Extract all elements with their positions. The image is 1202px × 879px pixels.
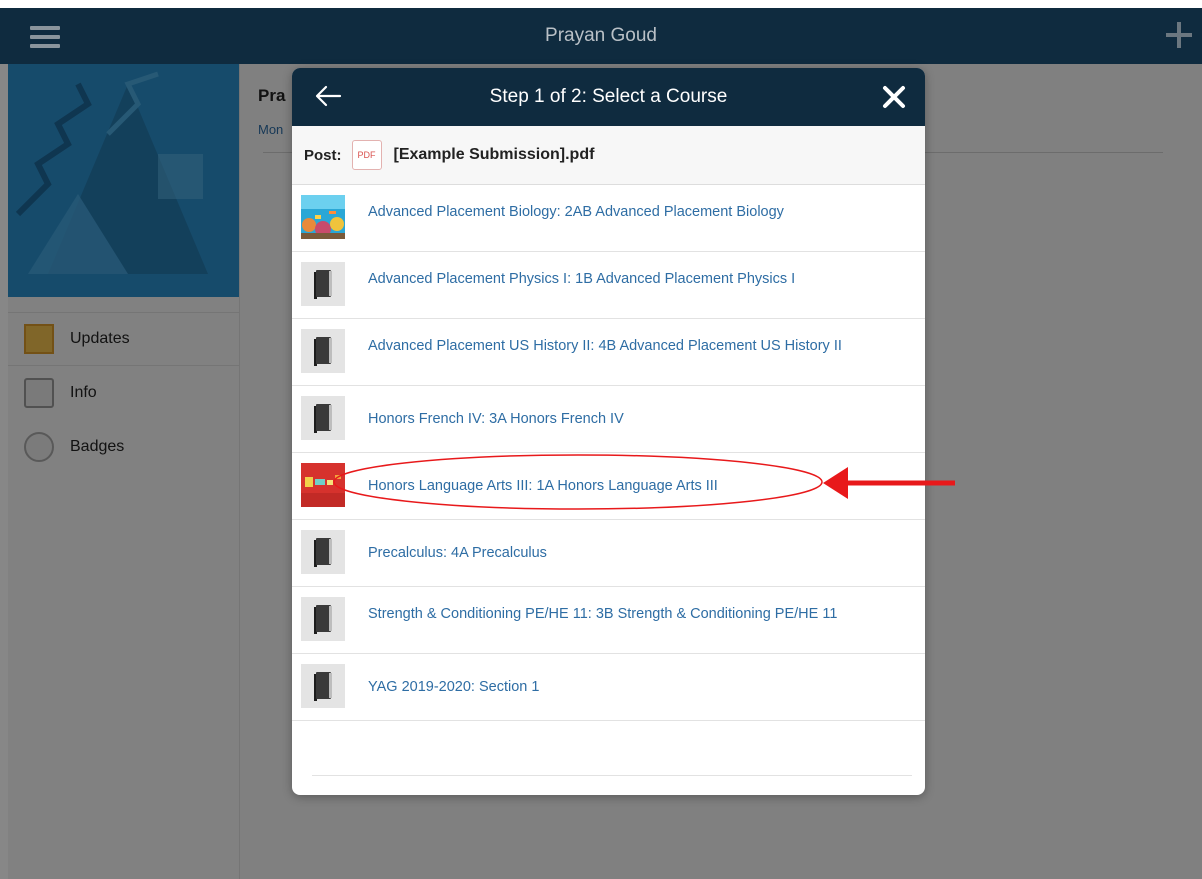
course-name[interactable]: Honors French IV: 3A Honors French IV: [368, 410, 858, 428]
book-icon: [301, 262, 345, 306]
post-label: Post:: [304, 146, 342, 164]
book-icon: [301, 597, 345, 641]
app-top-bar: Prayan Goud: [0, 0, 1202, 64]
course-name[interactable]: Advanced Placement US History II: 4B Adv…: [368, 337, 858, 355]
coral-reef-thumbnail: [301, 195, 345, 239]
course-item[interactable]: Strength & Conditioning PE/HE 11: 3B Str…: [292, 587, 925, 654]
pdf-file-icon: PDF: [351, 140, 382, 170]
course-name[interactable]: YAG 2019-2020: Section 1: [368, 678, 858, 696]
course-item-highlighted[interactable]: Honors Language Arts III: 1A Honors Lang…: [292, 453, 925, 520]
course-item[interactable]: YAG 2019-2020: Section 1: [292, 654, 925, 721]
course-name[interactable]: Precalculus: 4A Precalculus: [368, 544, 858, 562]
course-item[interactable]: Precalculus: 4A Precalculus: [292, 520, 925, 587]
course-item[interactable]: Honors French IV: 3A Honors French IV: [292, 386, 925, 453]
post-attachment-bar: Post: PDF [Example Submission].pdf: [292, 126, 925, 185]
course-name[interactable]: Advanced Placement Physics I: 1B Advance…: [368, 270, 858, 288]
book-icon: [301, 329, 345, 373]
book-icon: [301, 664, 345, 708]
close-icon[interactable]: [881, 84, 907, 110]
course-name[interactable]: Advanced Placement Biology: 2AB Advanced…: [368, 203, 858, 221]
course-list: Advanced Placement Biology: 2AB Advanced…: [292, 185, 925, 721]
pdf-badge-text: PDF: [357, 150, 376, 160]
course-item[interactable]: Advanced Placement Biology: 2AB Advanced…: [292, 185, 925, 252]
course-name[interactable]: Honors Language Arts III: 1A Honors Lang…: [368, 477, 858, 495]
book-icon: [301, 396, 345, 440]
divider: [312, 775, 912, 776]
book-icon: [301, 530, 345, 574]
course-name[interactable]: Strength & Conditioning PE/HE 11: 3B Str…: [368, 605, 858, 623]
course-item[interactable]: Advanced Placement Physics I: 1B Advance…: [292, 252, 925, 319]
modal-header: Step 1 of 2: Select a Course: [292, 68, 925, 126]
red-art-thumbnail: [301, 463, 345, 507]
app-title: Prayan Goud: [545, 25, 657, 46]
modal-title: Step 1 of 2: Select a Course: [489, 86, 728, 107]
course-item[interactable]: Advanced Placement US History II: 4B Adv…: [292, 319, 925, 386]
attachment-file-name: [Example Submission].pdf: [393, 146, 595, 163]
plus-icon[interactable]: [1166, 22, 1192, 48]
select-course-modal: Step 1 of 2: Select a Course Post: PDF […: [292, 68, 925, 795]
